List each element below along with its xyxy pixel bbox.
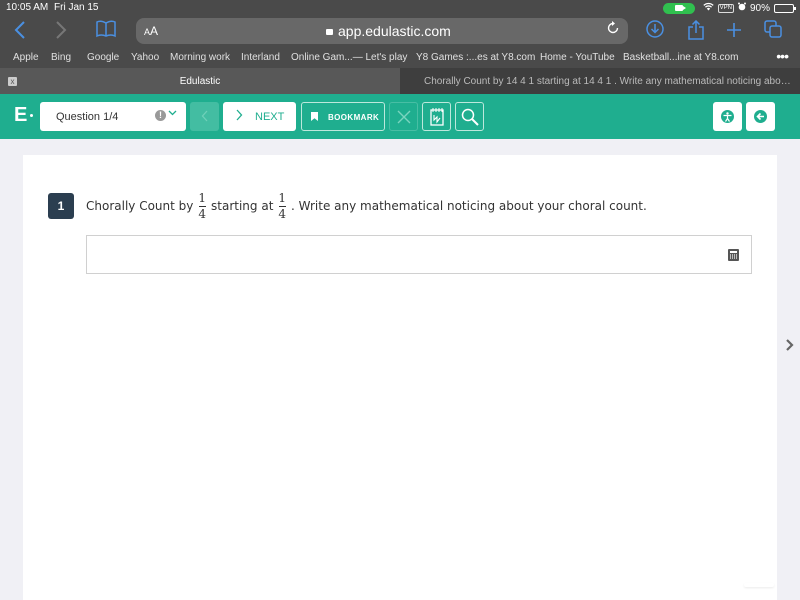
bookmark-label: BOOKMARK: [328, 113, 380, 122]
footer-shadow: [744, 583, 774, 587]
next-label: NEXT: [255, 111, 285, 123]
address-bar[interactable]: AA app.edulastic.com: [136, 18, 628, 44]
scratchpad-icon: [429, 108, 444, 126]
exit-arrow-icon: [754, 110, 767, 123]
question-number-badge: 1: [48, 193, 74, 219]
tab-label: Edulastic: [179, 76, 221, 87]
status-indicators: VPN 90%: [662, 2, 796, 14]
answer-input[interactable]: [86, 235, 752, 274]
bookmark-yahoo[interactable]: Yahoo: [131, 52, 159, 63]
more-bookmarks-icon[interactable]: •••: [776, 48, 789, 64]
calculator-icon[interactable]: [728, 249, 739, 261]
share-icon[interactable]: [688, 19, 704, 45]
new-tab-plus-icon[interactable]: [726, 20, 742, 42]
url-field[interactable]: app.edulastic.com: [326, 23, 451, 39]
text-size-button[interactable]: AA: [144, 24, 158, 38]
previous-button[interactable]: [190, 102, 219, 131]
question-select-value: Question 1/4: [56, 111, 119, 123]
fraction-start: 14: [278, 190, 287, 221]
browser-toolbar: AA app.edulastic.com: [0, 16, 800, 46]
exit-button[interactable]: [746, 102, 775, 131]
bookmarks-bar: Apple Bing Google Yahoo Morning work Int…: [0, 46, 800, 68]
magnifier-button[interactable]: [455, 102, 484, 131]
bookmark-bing[interactable]: Bing: [51, 52, 71, 63]
vpn-badge: VPN: [717, 3, 734, 13]
next-button[interactable]: NEXT: [223, 102, 296, 131]
warning-icon: !: [155, 110, 166, 121]
bookmark-youtube[interactable]: Home - YouTube: [540, 52, 615, 63]
lock-icon: [326, 29, 333, 35]
alarm-icon: [737, 2, 746, 14]
magnifier-icon: [461, 108, 479, 126]
question-text-before: Chorally Count by: [86, 199, 194, 213]
download-icon[interactable]: [646, 20, 664, 43]
bookmark-google[interactable]: Google: [87, 52, 119, 63]
crossout-button[interactable]: [389, 102, 418, 131]
edulastic-logo: E: [14, 104, 34, 127]
tab-question[interactable]: Chorally Count by 14 4 1 starting at 14 …: [400, 68, 800, 94]
bookmark-icon: [311, 112, 318, 121]
chevron-right-icon: [235, 109, 243, 124]
accessibility-button[interactable]: [713, 102, 742, 131]
tab-edulastic[interactable]: x Edulastic: [0, 68, 400, 94]
bookmark-y8-games[interactable]: Y8 Games :...es at Y8.com: [416, 52, 535, 63]
tabs-overview-icon[interactable]: [764, 20, 782, 43]
question-text-after: . Write any mathematical noticing about …: [291, 199, 647, 213]
fraction-step: 14: [198, 190, 207, 221]
tab-label: Chorally Count by 14 4 1 starting at 14 …: [424, 76, 792, 87]
status-time: 10:05 AM: [6, 2, 49, 13]
status-bar: 10:05 AM Fri Jan 15 VPN 90%: [0, 0, 800, 16]
battery-percent: 90%: [749, 2, 770, 14]
wifi-icon: [702, 2, 714, 14]
bookmark-button[interactable]: BOOKMARK: [301, 102, 385, 131]
bookmark-basketball[interactable]: Basketball...ine at Y8.com: [623, 52, 738, 63]
bookmarks-book-icon[interactable]: [96, 20, 116, 43]
back-icon[interactable]: [14, 20, 26, 45]
bookmark-apple[interactable]: Apple: [13, 52, 39, 63]
bookmark-interland[interactable]: Interland: [241, 52, 280, 63]
battery-icon: [774, 3, 796, 13]
question-text-middle: starting at: [211, 199, 274, 213]
app-header: E Question 1/4 ! NEXT BOOKMARK: [0, 94, 800, 139]
question-text: Chorally Count by 14 starting at 14 . Wr…: [86, 186, 647, 226]
next-question-chevron-icon[interactable]: [785, 338, 795, 357]
chevron-down-icon: [168, 108, 177, 120]
question-select[interactable]: Question 1/4 !: [40, 102, 186, 131]
forward-icon[interactable]: [55, 20, 67, 45]
bookmark-morning-work[interactable]: Morning work: [170, 52, 230, 63]
reload-icon[interactable]: [606, 21, 620, 39]
scratchpad-button[interactable]: [422, 102, 451, 131]
camera-in-use-icon: [662, 2, 695, 14]
bookmark-online-games[interactable]: Online Gam...— Let's play: [291, 52, 407, 63]
accessibility-icon: [721, 110, 734, 123]
status-date: Fri Jan 15: [54, 2, 99, 13]
tab-strip: x Edulastic Chorally Count by 14 4 1 sta…: [0, 68, 800, 94]
